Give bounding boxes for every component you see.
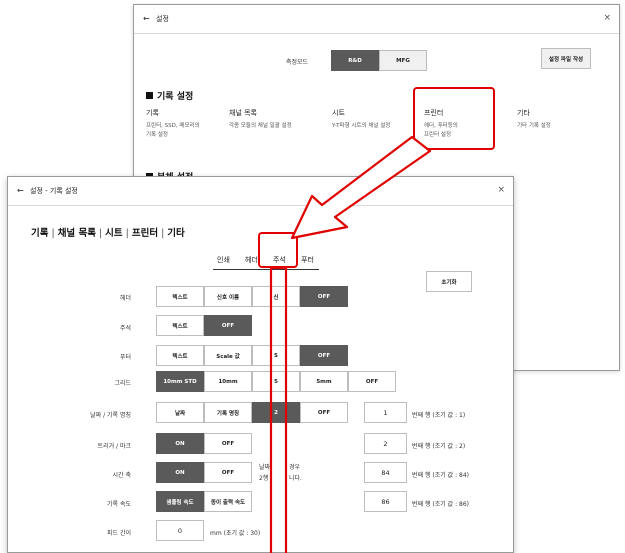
back-arrow-icon[interactable]: ←: [17, 186, 24, 195]
row-label-feed-length: 피드 간이: [107, 530, 131, 537]
grid-5mm-button[interactable]: 5mm: [300, 371, 348, 392]
speed-row-note: 번째 행 (조기 값 : 86): [412, 501, 469, 508]
nav-channel-list[interactable]: 채널 목록: [58, 225, 96, 239]
trigger-row-input[interactable]: 2: [364, 433, 407, 454]
tab-print[interactable]: 인쇄: [217, 255, 230, 265]
window-title: 설정 - 기록 설정: [30, 187, 78, 195]
date-row-note: 번째 행 (조기 값 : 1): [412, 412, 466, 419]
nav-record[interactable]: 기록: [31, 225, 48, 239]
date-row-input[interactable]: 1: [364, 402, 407, 423]
settings-titlebar: ← 설정 ×: [134, 5, 619, 34]
time-axis-desc-1: 날짜: [259, 464, 271, 471]
sampling-speed-button[interactable]: 샘플링 속도: [156, 491, 204, 512]
annotation-text-button[interactable]: 텍스트: [156, 315, 204, 336]
nav-sheet[interactable]: 시트: [105, 225, 122, 239]
header-off-button[interactable]: OFF: [300, 286, 348, 307]
row-label-record-speed: 기록 속도: [107, 501, 131, 508]
record-settings-title: 기록 설정: [146, 89, 193, 102]
mode-mfg-button[interactable]: MFG: [379, 50, 427, 71]
tab-underline: [213, 269, 319, 270]
row-label-date-record-name: 날짜 / 기록 명칭: [90, 412, 131, 419]
grid-10mm-button[interactable]: 10mm: [204, 371, 252, 392]
row-label-header: 헤더: [119, 295, 131, 302]
category-channel-list[interactable]: 채널 목록 각종 모듈의 채널 일괄 설정: [229, 108, 292, 131]
grid-10mm-std-button[interactable]: 10mm STD: [156, 371, 204, 392]
trigger-on-button[interactable]: ON: [156, 433, 204, 454]
date-button[interactable]: 날짜: [156, 402, 204, 423]
time-axis-row-note: 번째 행 (조기 값 : 84): [412, 472, 469, 479]
row-label-trigger-mark: 트리거 / 마크: [97, 443, 131, 450]
mode-rnd-button[interactable]: R&D: [331, 50, 379, 71]
tab-footer[interactable]: 푸터: [301, 255, 314, 265]
printer-highlight-box: [413, 87, 495, 150]
row-label-grid: 그리드: [114, 380, 131, 387]
header-option3-button[interactable]: 신: [252, 286, 300, 307]
footer-option3-button[interactable]: S: [252, 345, 300, 366]
annotation-off-button[interactable]: OFF: [204, 315, 252, 336]
breadcrumb-nav: 기록 | 채널 목록 | 시트 | 프린터 | 기타: [31, 225, 185, 239]
trigger-off-button[interactable]: OFF: [204, 433, 252, 454]
mode-label: 측정모드: [286, 59, 309, 66]
window-title: 설정: [156, 15, 169, 23]
time-axis-on-button[interactable]: ON: [156, 462, 204, 483]
row-label-annotation: 주석: [119, 325, 131, 332]
close-icon[interactable]: ×: [603, 13, 611, 23]
feed-length-note: mm (초기 값 : 30): [210, 530, 261, 537]
category-record[interactable]: 기록 프린터, SSD, 메모리의 기록 설정: [146, 108, 200, 140]
header-text-button[interactable]: 텍스트: [156, 286, 204, 307]
feed-length-input[interactable]: 0: [156, 520, 204, 541]
reset-button[interactable]: 초기화: [426, 271, 472, 292]
date-option3-button[interactable]: 2: [252, 402, 300, 423]
category-sheet[interactable]: 시트 Y-T파형 시트의 채널 설정: [332, 108, 390, 131]
grid-off-button[interactable]: OFF: [348, 371, 396, 392]
close-icon[interactable]: ×: [497, 185, 505, 195]
time-axis-desc-1b: 경우: [289, 464, 301, 471]
time-axis-desc-2b: 니다.: [289, 475, 302, 482]
nav-other[interactable]: 기타: [167, 225, 184, 239]
row-label-footer: 푸터: [119, 354, 131, 361]
time-axis-row-input[interactable]: 84: [364, 462, 407, 483]
back-arrow-icon[interactable]: ←: [143, 14, 150, 23]
footer-off-button[interactable]: OFF: [300, 345, 348, 366]
record-settings-titlebar: ← 설정 - 기록 설정 ×: [8, 177, 513, 206]
trigger-row-note: 번째 행 (조기 값 : 2): [412, 443, 466, 450]
nav-printer[interactable]: 프린터: [132, 225, 158, 239]
grid-option3-button[interactable]: 5: [252, 371, 300, 392]
category-other[interactable]: 기타 기타 기록 설정: [517, 108, 551, 131]
annotation-tab-highlight-box: [258, 232, 298, 268]
footer-text-button[interactable]: 텍스트: [156, 345, 204, 366]
row-label-time-axis: 시간 축: [112, 472, 131, 479]
tab-header[interactable]: 헤더: [245, 255, 258, 265]
date-off-button[interactable]: OFF: [300, 402, 348, 423]
create-settings-file-button[interactable]: 설정 파일 작성: [541, 48, 591, 69]
record-name-button[interactable]: 기록 명칭: [204, 402, 252, 423]
time-axis-off-button[interactable]: OFF: [204, 462, 252, 483]
time-axis-desc-2: 2행: [259, 475, 269, 482]
header-signal-name-button[interactable]: 신호 이름: [204, 286, 252, 307]
speed-row-input[interactable]: 86: [364, 491, 407, 512]
paper-output-speed-button[interactable]: 종이 출력 속도: [204, 491, 252, 512]
footer-scale-value-button[interactable]: Scale 값: [204, 345, 252, 366]
